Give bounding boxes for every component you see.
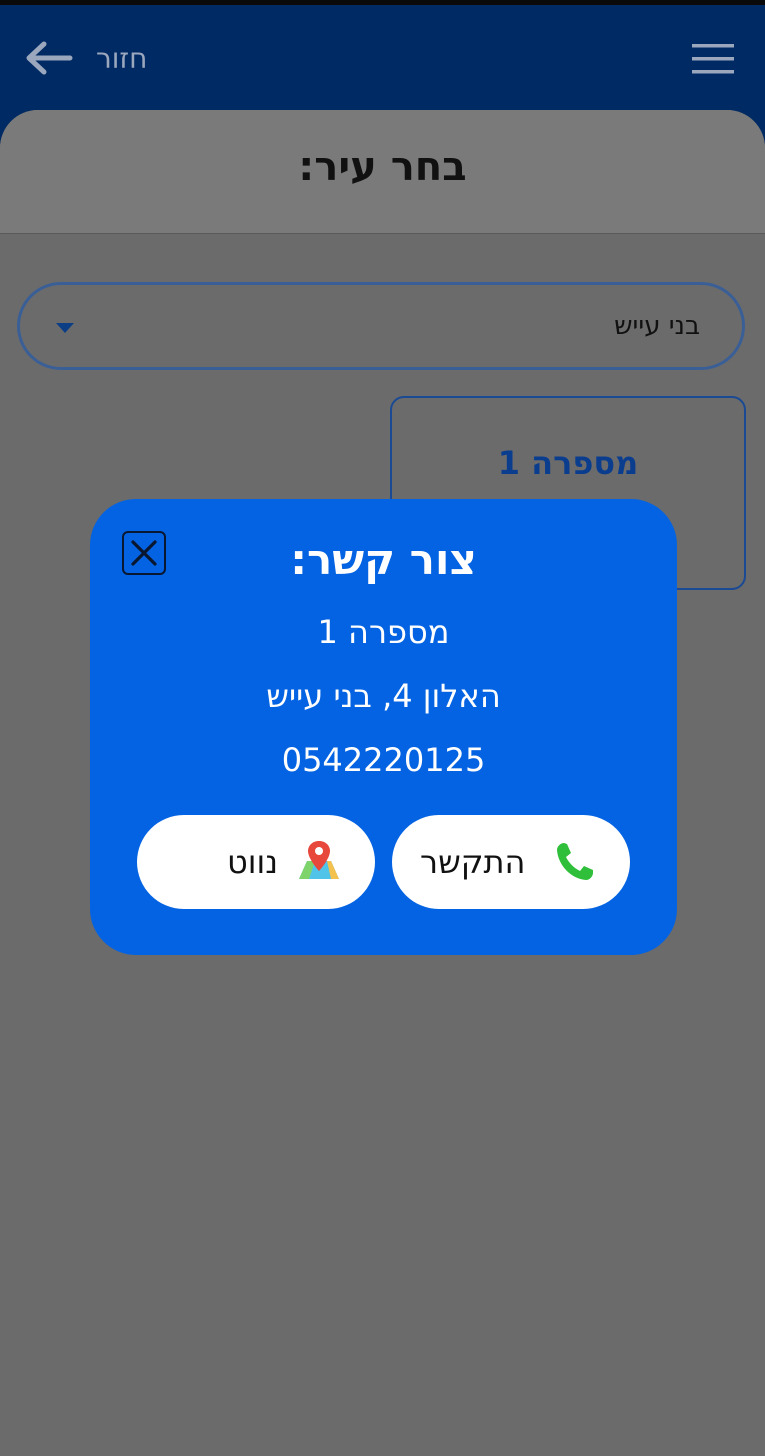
salon-card-name: מספרה 1 [497, 444, 639, 482]
contact-modal: צור קשר: מספרה 1 האלון 4, בני עייש 05422… [90, 499, 677, 955]
salon-name: מספרה 1 [317, 613, 450, 651]
back-label: חזור [96, 41, 148, 75]
hamburger-menu-icon[interactable] [690, 41, 736, 77]
sheet-header: בחר עיר: [0, 110, 765, 234]
phone-icon [557, 843, 593, 880]
dropdown-arrow-icon [56, 323, 74, 333]
page-title: בחר עיר: [298, 144, 467, 190]
city-select[interactable]: בני עייש [17, 282, 745, 370]
map-pin-icon [299, 841, 339, 879]
salon-phone: 0542220125 [281, 741, 486, 779]
navigate-button-label: נווט [227, 843, 278, 881]
navigate-button[interactable]: נווט [137, 815, 375, 909]
arrow-left-icon [26, 41, 73, 75]
call-button[interactable]: התקשר [392, 815, 630, 909]
city-select-value: בני עייש [614, 311, 700, 341]
salon-address: האלון 4, בני עייש [266, 677, 501, 715]
modal-title: צור קשר: [290, 535, 477, 584]
call-button-label: התקשר [420, 843, 526, 881]
back-button[interactable]: חזור [24, 35, 174, 81]
